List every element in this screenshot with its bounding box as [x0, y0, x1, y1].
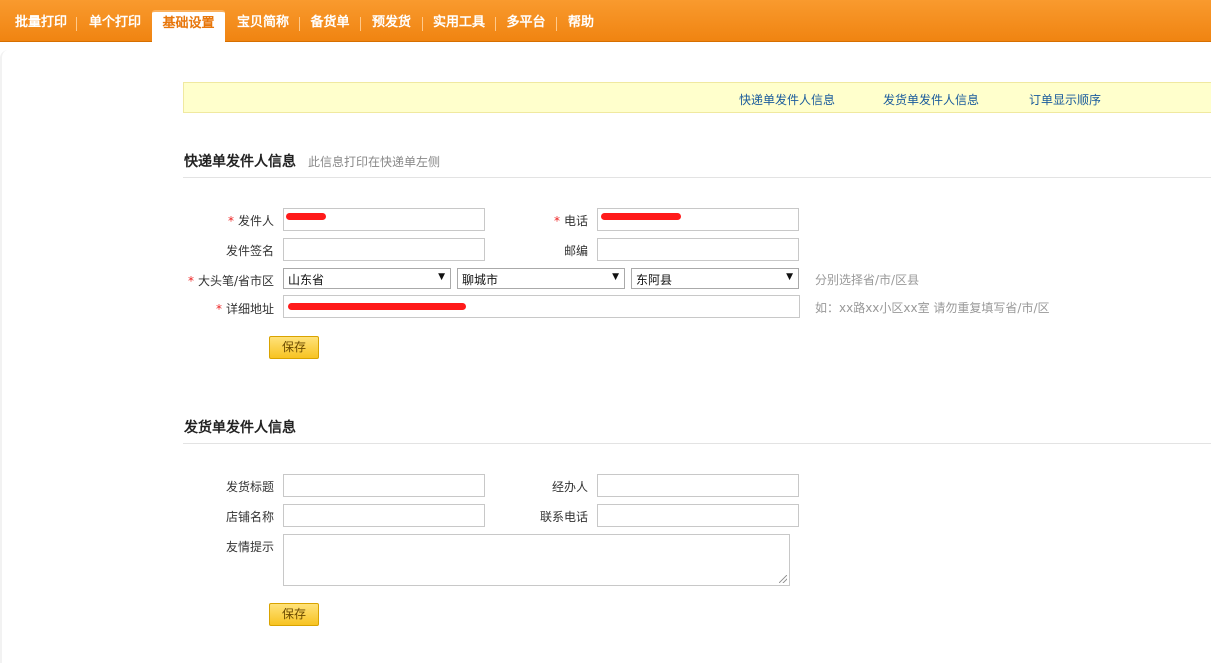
required-mark: *: [187, 274, 194, 288]
ship-title-label: 发货标题: [225, 480, 274, 494]
dropdown-arrow-icon: ▼: [612, 272, 619, 282]
friendly-tip-label: 友情提示: [225, 540, 274, 554]
resize-grip-icon[interactable]: [779, 575, 787, 583]
dropdown-arrow-icon: ▼: [438, 272, 445, 282]
contact-phone-input[interactable]: [597, 504, 799, 527]
required-mark: *: [215, 302, 222, 316]
handler-label: 经办人: [551, 480, 588, 494]
phone-label: * 电话: [553, 214, 588, 228]
required-mark: *: [553, 214, 560, 228]
tab-single-print[interactable]: 单个打印: [80, 10, 150, 42]
shop-name-label: 店铺名称: [225, 510, 274, 524]
contact-phone-label: 联系电话: [539, 510, 588, 524]
tab-pre-ship[interactable]: 预发货: [363, 10, 420, 42]
address-hint: 如：xx路xx小区xx室 请勿重复填写省/市/区: [815, 301, 1050, 315]
region-hint: 分别选择省/市/区县: [815, 273, 920, 287]
tab-basic-settings[interactable]: 基础设置: [152, 10, 225, 42]
section-anchor-bar: 快递单发件人信息 发货单发件人信息 订单显示顺序: [183, 82, 1211, 113]
section-title-shipping: 发货单发件人信息: [184, 420, 296, 436]
zip-label: 邮编: [563, 244, 588, 258]
sender-label: * 发件人: [227, 214, 274, 228]
redaction-mark: [601, 213, 681, 220]
zip-input[interactable]: [597, 238, 799, 261]
tab-tools[interactable]: 实用工具: [425, 10, 493, 42]
redaction-mark: [288, 303, 466, 310]
tab-separator: [76, 17, 77, 31]
province-value: 山东省: [288, 273, 325, 287]
tab-separator: [360, 17, 361, 31]
city-value: 聊城市: [462, 273, 499, 287]
redaction-mark: [286, 213, 326, 220]
city-select[interactable]: 聊城市 ▼: [457, 268, 625, 289]
friendly-tip-textarea[interactable]: [283, 534, 790, 586]
tab-multi-platform[interactable]: 多平台: [498, 10, 554, 42]
ship-title-input[interactable]: [283, 474, 485, 497]
tab-item-alias[interactable]: 宝贝简称: [229, 10, 297, 42]
region-label: * 大头笔/省市区: [187, 274, 274, 288]
address-label: * 详细地址: [215, 302, 274, 316]
section-divider: [183, 177, 1211, 178]
section-title-express: 快递单发件人信息: [184, 154, 296, 170]
save-express-button[interactable]: 保存: [269, 336, 319, 359]
required-mark: *: [227, 214, 234, 228]
tab-help[interactable]: 帮助: [559, 10, 603, 42]
district-value: 东阿县: [636, 273, 673, 287]
signature-input[interactable]: [283, 238, 485, 261]
shop-name-input[interactable]: [283, 504, 485, 527]
handler-input[interactable]: [597, 474, 799, 497]
tab-picking-list[interactable]: 备货单: [302, 10, 358, 42]
section-hint-express: 此信息打印在快递单左侧: [308, 155, 441, 169]
section-divider: [183, 443, 1211, 444]
tab-separator: [556, 17, 557, 31]
signature-label: 发件签名: [225, 244, 274, 258]
province-select[interactable]: 山东省 ▼: [283, 268, 451, 289]
save-shipping-button[interactable]: 保存: [269, 603, 319, 626]
anchor-shipping-sender[interactable]: 发货单发件人信息: [883, 91, 979, 108]
anchor-order-display[interactable]: 订单显示顺序: [1029, 91, 1101, 108]
tab-separator: [299, 17, 300, 31]
dropdown-arrow-icon: ▼: [786, 272, 793, 282]
tab-batch-print[interactable]: 批量打印: [8, 10, 74, 42]
tab-separator: [495, 17, 496, 31]
anchor-express-sender[interactable]: 快递单发件人信息: [739, 91, 835, 108]
tab-separator: [422, 17, 423, 31]
top-navigation: 批量打印 单个打印 基础设置 宝贝简称 备货单 预发货 实用工具 多平台 帮助: [0, 0, 1211, 42]
district-select[interactable]: 东阿县 ▼: [631, 268, 799, 289]
